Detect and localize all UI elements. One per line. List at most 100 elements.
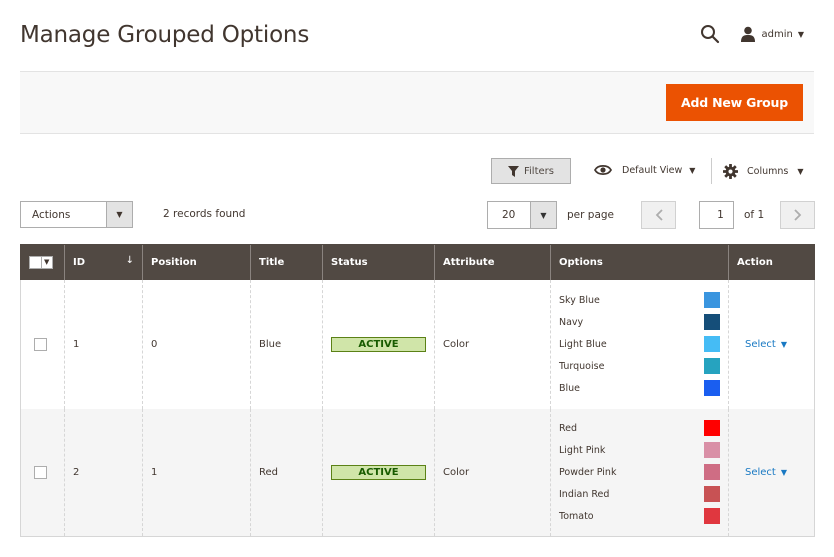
per-page-select[interactable]: 20 ▼ <box>487 201 557 229</box>
cell-action: Select ▼ <box>728 279 815 409</box>
filter-icon <box>508 165 519 177</box>
add-new-group-button[interactable]: Add New Group <box>665 84 803 121</box>
chevron-down-icon: ▼ <box>106 202 132 227</box>
list-item: Red <box>559 417 720 439</box>
option-name: Blue <box>559 382 581 394</box>
mass-actions-dropdown[interactable]: Actions ▼ <box>20 201 133 228</box>
color-swatch <box>704 442 720 459</box>
admin-username: admin <box>761 28 793 40</box>
header-actions: admin ▼ <box>700 24 804 44</box>
option-name: Red <box>559 422 578 434</box>
view-switcher[interactable]: Default View ▼ <box>594 164 695 176</box>
toolbar-divider <box>711 158 712 184</box>
chevron-right-icon <box>793 209 801 221</box>
row-select-cell <box>20 279 65 409</box>
view-label: Default View <box>622 164 683 176</box>
option-list: Red Light Pink Powder Pink Indian Red To… <box>559 417 720 527</box>
color-swatch <box>704 314 720 330</box>
option-name: Turquoise <box>559 360 605 372</box>
chevron-down-icon: ▼ <box>780 339 788 349</box>
cell-attribute: Color <box>434 279 551 409</box>
mass-select-header: ▼ <box>20 244 65 280</box>
filters-button[interactable]: Filters <box>491 158 571 184</box>
list-item: Light Pink <box>559 439 720 461</box>
mass-select-checkbox[interactable]: ▼ <box>29 255 53 269</box>
cell-attribute: Color <box>434 408 551 537</box>
option-name: Light Blue <box>559 338 607 350</box>
filters-label: Filters <box>524 165 554 177</box>
option-name: Tomato <box>559 510 594 522</box>
page-count: of 1 <box>744 209 765 221</box>
option-name: Light Pink <box>559 444 606 456</box>
cell-status: ACTIVE <box>322 279 435 409</box>
grid-header-row: ▼ ID ↓ Position Title Status Attribute Op… <box>20 244 815 280</box>
page-title: Manage Grouped Options <box>20 22 310 48</box>
chevron-down-icon: ▼ <box>780 467 788 477</box>
status-badge: ACTIVE <box>331 464 426 480</box>
list-item: Blue <box>559 377 720 399</box>
list-item: Navy <box>559 311 720 333</box>
cell-title: Red <box>250 408 323 537</box>
column-header-title[interactable]: Title <box>250 244 323 280</box>
user-icon <box>740 26 755 42</box>
cell-id: 1 <box>64 279 143 409</box>
column-header-attribute[interactable]: Attribute <box>434 244 551 280</box>
option-name: Powder Pink <box>559 466 617 478</box>
option-name: Sky Blue <box>559 294 600 306</box>
cell-position: 1 <box>142 408 251 537</box>
cell-title: Blue <box>250 279 323 409</box>
row-action-select[interactable]: Select ▼ <box>737 339 787 350</box>
page-actions-bar: Add New Group <box>20 71 814 134</box>
row-action-select[interactable]: Select ▼ <box>737 467 787 478</box>
option-list: Sky Blue Navy Light Blue Turquoise Blue <box>559 289 720 399</box>
cell-position: 0 <box>142 279 251 409</box>
records-found: 2 records found <box>163 208 246 220</box>
sort-arrow-icon: ↓ <box>125 255 134 266</box>
list-item: Powder Pink <box>559 461 720 483</box>
column-header-position[interactable]: Position <box>142 244 251 280</box>
current-page-input[interactable] <box>699 201 734 229</box>
option-name: Navy <box>559 316 584 328</box>
row-checkbox[interactable] <box>34 337 47 351</box>
eye-icon <box>594 164 612 176</box>
admin-user-menu[interactable]: admin ▼ <box>740 26 804 42</box>
row-checkbox[interactable] <box>34 465 47 479</box>
list-item: Tomato <box>559 505 720 527</box>
cell-id: 2 <box>64 408 143 537</box>
chevron-down-icon: ▼ <box>797 29 804 39</box>
color-swatch <box>704 336 720 352</box>
color-swatch <box>704 464 720 481</box>
color-swatch <box>704 292 720 308</box>
actions-label: Actions <box>32 209 71 221</box>
column-header-options: Options <box>550 244 729 280</box>
column-header-status[interactable]: Status <box>322 244 435 280</box>
search-icon[interactable] <box>700 24 720 44</box>
chevron-down-icon: ▼ <box>689 165 696 175</box>
per-page-label: per page <box>567 209 615 221</box>
list-item: Indian Red <box>559 483 720 505</box>
chevron-down-icon: ▼ <box>530 202 556 228</box>
previous-page-button[interactable] <box>641 201 676 229</box>
list-item: Turquoise <box>559 355 720 377</box>
color-swatch <box>704 380 720 396</box>
cell-status: ACTIVE <box>322 408 435 537</box>
column-header-id[interactable]: ID ↓ <box>64 244 143 280</box>
table-row: 1 0 Blue ACTIVE Color Sky Blue Navy Ligh… <box>20 279 815 409</box>
row-select-cell <box>20 408 65 537</box>
list-item: Light Blue <box>559 333 720 355</box>
column-header-action: Action <box>728 244 815 280</box>
color-swatch <box>704 508 720 525</box>
cell-action: Select ▼ <box>728 408 815 537</box>
next-page-button[interactable] <box>780 201 815 229</box>
columns-button[interactable]: Columns ▼ <box>723 164 804 179</box>
option-name: Indian Red <box>559 488 610 500</box>
list-item: Sky Blue <box>559 289 720 311</box>
status-badge: ACTIVE <box>331 336 426 352</box>
color-swatch <box>704 486 720 503</box>
chevron-left-icon <box>655 209 663 221</box>
per-page-value: 20 <box>502 209 516 221</box>
cell-options: Sky Blue Navy Light Blue Turquoise Blue <box>550 279 729 409</box>
cell-options: Red Light Pink Powder Pink Indian Red To… <box>550 408 729 537</box>
color-swatch <box>704 420 720 437</box>
table-row: 2 1 Red ACTIVE Color Red Light Pink Powd… <box>20 408 815 537</box>
